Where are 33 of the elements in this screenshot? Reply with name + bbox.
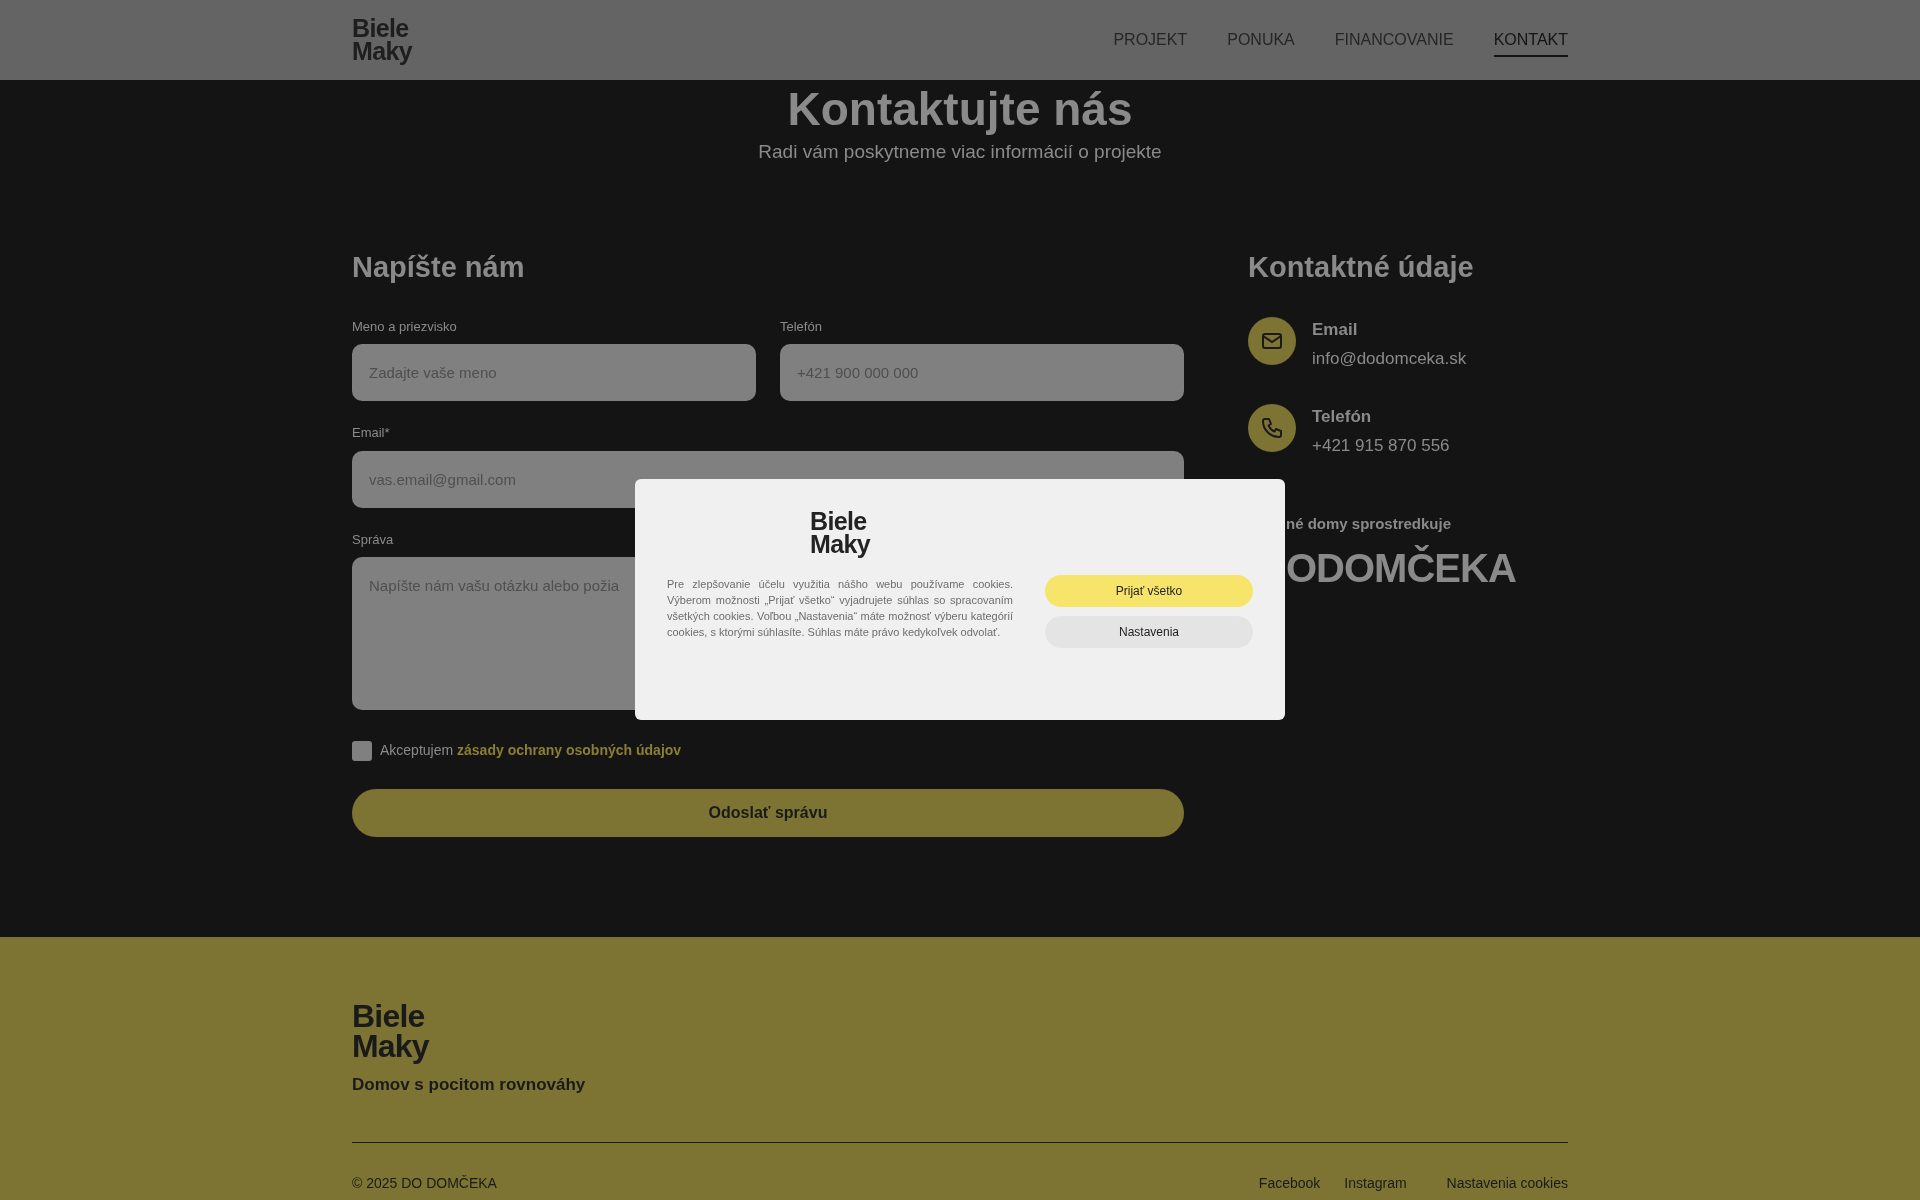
field-label: Telefón bbox=[780, 317, 822, 336]
contact-value[interactable]: info@dodomceka.sk bbox=[1312, 346, 1467, 372]
field-label: Email* bbox=[352, 424, 390, 442]
footer-tagline: Domov s pocitom rovnováhy bbox=[352, 1074, 587, 1096]
nav-link[interactable]: PROJEKT bbox=[1113, 23, 1188, 57]
consent-checkbox[interactable] bbox=[352, 740, 372, 761]
privacy-link[interactable]: zásady ochrany osobných údajov bbox=[457, 742, 682, 758]
broker-logo[interactable]: ODOMČEKA bbox=[1286, 545, 1516, 590]
logo[interactable]: Biele Maky bbox=[352, 17, 413, 63]
contact-heading: Kontaktné údaje bbox=[1248, 249, 1475, 285]
page-subtitle: Radi vám poskytneme viac informácií o projekte bbox=[757, 140, 1163, 164]
settings-button[interactable]: Nastavenia bbox=[1045, 616, 1253, 648]
nav-link[interactable]: FINANCOVANIE bbox=[1334, 23, 1454, 57]
field-label: Správa bbox=[352, 530, 394, 549]
contact-value[interactable]: +421 915 870 556 bbox=[1312, 433, 1450, 459]
footer-link[interactable]: Instagram bbox=[1344, 1172, 1407, 1194]
contact-label: Telefón bbox=[1312, 405, 1373, 428]
consent-text: Akceptujem zásady ochrany osobných údajov bbox=[380, 741, 682, 760]
form-heading: Napíšte nám bbox=[352, 249, 526, 285]
contact-label: Email bbox=[1312, 318, 1359, 341]
field-label: Meno a priezvisko bbox=[352, 317, 457, 336]
page-title: Kontaktujte nás bbox=[786, 84, 1134, 134]
footer-link[interactable]: Facebook bbox=[1258, 1172, 1321, 1194]
nav-link[interactable]: PONUKA bbox=[1227, 23, 1295, 57]
dialog-logo: Biele Maky bbox=[809, 510, 870, 556]
phone-icon bbox=[1260, 415, 1284, 440]
broker-note: né domy sprostredkuje bbox=[1286, 514, 1453, 534]
cookie-text: Pre zlepšovanie účelu využitia nášho webu používame cookies. Výberom možnosti „Prijať všetko“ vyjadrujete súhlas so spracovaním všetkých cookies. Voľbou „Nastavenia“ máte možnosť výberu kategórií cookies, s ktorými súhlasíte. Súhlas máte právo kedykoľvek odvolať. bbox=[667, 577, 1013, 640]
submit-button[interactable]: Odoslať správu bbox=[352, 789, 1184, 837]
footer-link[interactable]: Nastavenia cookies bbox=[1446, 1172, 1568, 1194]
copyright-text: © 2025 DO DOMČEKA bbox=[352, 1173, 497, 1193]
accept-all-button[interactable]: Prijať všetko bbox=[1045, 575, 1253, 607]
nav-link[interactable]: KONTAKT bbox=[1493, 23, 1568, 57]
